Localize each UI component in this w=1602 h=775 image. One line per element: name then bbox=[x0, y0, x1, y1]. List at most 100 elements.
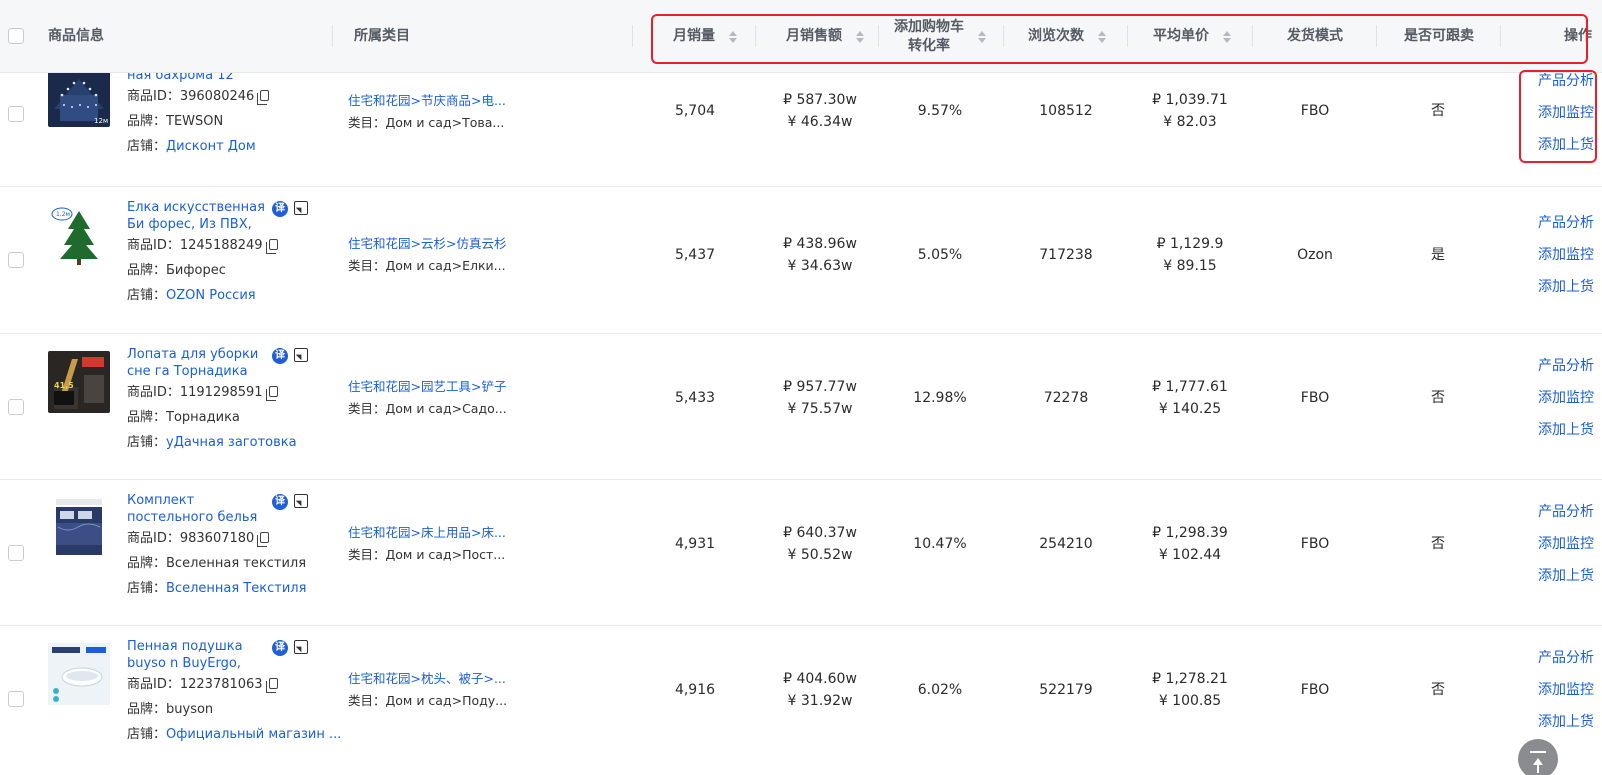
brand-line: 品牌：TEWSON bbox=[127, 109, 327, 134]
category-sub-line: 类目：Дом и сад>Пост... bbox=[348, 544, 618, 566]
select-all-checkbox[interactable] bbox=[8, 28, 24, 44]
add-listing-link[interactable]: 添加上货 bbox=[1522, 271, 1594, 303]
product-analysis-link[interactable]: 产品分析 bbox=[1522, 642, 1594, 674]
cursor-select-icon[interactable] bbox=[294, 494, 308, 508]
add-monitor-link[interactable]: 添加监控 bbox=[1522, 528, 1594, 560]
revenue-cell: ₽ 438.96w ¥ 34.63w bbox=[765, 233, 875, 277]
product-id-label: 商品ID： bbox=[127, 677, 180, 692]
copy-icon[interactable] bbox=[265, 386, 278, 401]
sales-cell: 5,437 bbox=[674, 247, 716, 263]
brand-label: 品牌： bbox=[127, 556, 167, 571]
translate-badge[interactable]: 译 bbox=[272, 494, 288, 510]
row-checkbox[interactable] bbox=[8, 399, 24, 415]
category-prefix: 类目： bbox=[348, 115, 386, 130]
cursor-select-icon[interactable] bbox=[294, 201, 308, 215]
product-id-label: 商品ID： bbox=[127, 238, 180, 253]
product-thumbnail[interactable] bbox=[48, 497, 110, 559]
price-rub: ₽ 1,129.9 bbox=[1156, 236, 1224, 252]
price-rub: ₽ 1,039.71 bbox=[1152, 92, 1228, 108]
actions-highlight-box bbox=[1519, 70, 1597, 163]
price-cell: ₽ 1,039.71 ¥ 82.03 bbox=[1130, 89, 1250, 133]
cursor-select-icon[interactable] bbox=[294, 348, 308, 362]
revenue-rub: ₽ 587.30w bbox=[783, 92, 857, 108]
row-checkbox[interactable] bbox=[8, 545, 24, 561]
brand-label: 品牌： bbox=[127, 410, 167, 425]
price-cell: ₽ 1,278.21 ¥ 100.85 bbox=[1130, 668, 1250, 712]
store-line: 店铺：Дисконт Дом bbox=[127, 134, 327, 159]
follow-cell: 是 bbox=[1431, 247, 1445, 263]
product-thumbnail[interactable]: 41,5 bbox=[48, 351, 110, 413]
category-sub-line: 类目：Дом и сад>Елки... bbox=[348, 255, 618, 277]
store-link[interactable]: Дисконт Дом bbox=[166, 139, 256, 154]
follow-cell: 否 bbox=[1431, 536, 1445, 552]
add-monitor-link[interactable]: 添加监控 bbox=[1522, 382, 1594, 414]
brand-label: 品牌： bbox=[127, 114, 167, 129]
store-link[interactable]: Официальный магазин ... bbox=[166, 727, 341, 742]
brand-value: Вселенная текстиля bbox=[166, 556, 307, 571]
product-id-line: 商品ID：983607180 bbox=[127, 526, 327, 551]
add-listing-link[interactable]: 添加上货 bbox=[1522, 706, 1594, 738]
product-title[interactable]: Елка искусственная Би форес, Из ПВХ, 120… bbox=[127, 199, 267, 233]
store-label: 店铺： bbox=[127, 288, 167, 303]
copy-icon[interactable] bbox=[265, 678, 278, 693]
store-label: 店铺： bbox=[127, 435, 167, 450]
category-path-link[interactable]: 住宅和花园>枕头、被子>... bbox=[348, 668, 618, 690]
follow-cell: 否 bbox=[1431, 390, 1445, 406]
column-divider[interactable] bbox=[632, 25, 633, 47]
copy-icon[interactable] bbox=[265, 239, 278, 254]
translate-badge[interactable]: 译 bbox=[272, 348, 288, 364]
product-id-label: 商品ID： bbox=[127, 531, 180, 546]
category-cell: 住宅和花园>床上用品>床... 类目：Дом и сад>Пост... bbox=[348, 522, 618, 566]
follow-cell: 否 bbox=[1431, 103, 1445, 119]
product-id-line: 商品ID：1223781063 bbox=[127, 672, 327, 697]
add-listing-link[interactable]: 添加上货 bbox=[1522, 560, 1594, 592]
product-thumbnail[interactable]: 12м bbox=[48, 65, 110, 127]
shipping-cell: FBO bbox=[1300, 390, 1330, 406]
views-cell: 717238 bbox=[1039, 247, 1093, 263]
category-path-link[interactable]: 住宅和花园>节庆商品>电... bbox=[348, 90, 618, 112]
product-info: ная бахрома 12 метр... 商品ID：396080246 品牌… bbox=[127, 67, 327, 159]
add-monitor-link[interactable]: 添加监控 bbox=[1522, 239, 1594, 271]
product-analysis-link[interactable]: 产品分析 bbox=[1522, 207, 1594, 239]
product-info: Лопата для уборки сне га Торнадика (ковш… bbox=[127, 346, 327, 455]
store-line: 店铺：уДачная заготовка bbox=[127, 430, 327, 455]
row-checkbox[interactable] bbox=[8, 252, 24, 268]
product-analysis-link[interactable]: 产品分析 bbox=[1522, 496, 1594, 528]
product-title[interactable]: Комплект постельного белья Вселенная тек… bbox=[127, 492, 267, 526]
shipping-cell: FBO bbox=[1300, 103, 1330, 119]
product-thumbnail[interactable]: 1,2м bbox=[48, 205, 110, 267]
store-link[interactable]: уДачная заготовка bbox=[166, 435, 297, 450]
store-link[interactable]: Вселенная Текстиля bbox=[166, 581, 306, 596]
views-cell: 72278 bbox=[1043, 390, 1089, 406]
product-title[interactable]: Пенная подушка buyso n BuyErgo, 40x60 см… bbox=[127, 638, 267, 672]
copy-icon[interactable] bbox=[257, 532, 270, 547]
product-analysis-link[interactable]: 产品分析 bbox=[1522, 350, 1594, 382]
row-checkbox[interactable] bbox=[8, 691, 24, 707]
product-thumbnail[interactable] bbox=[48, 643, 110, 705]
brand-line: 品牌：buyson bbox=[127, 697, 327, 722]
cart-rate-cell: 9.57% bbox=[917, 103, 963, 119]
copy-icon[interactable] bbox=[257, 90, 270, 105]
category-path-link[interactable]: 住宅和花园>床上用品>床... bbox=[348, 522, 618, 544]
translate-badge[interactable]: 译 bbox=[272, 640, 288, 656]
revenue-cell: ₽ 404.60w ¥ 31.92w bbox=[765, 668, 875, 712]
revenue-cny: ¥ 75.57w bbox=[787, 401, 853, 417]
add-listing-link[interactable]: 添加上货 bbox=[1522, 414, 1594, 446]
row-checkbox[interactable] bbox=[8, 106, 24, 122]
category-path-link[interactable]: 住宅和花园>云杉>仿真云杉 bbox=[348, 233, 618, 255]
category-cell: 住宅和花园>园艺工具>铲子 类目：Дом и сад>Садо... bbox=[348, 376, 618, 420]
store-link[interactable]: OZON Россия bbox=[166, 288, 256, 303]
cursor-select-icon[interactable] bbox=[294, 640, 308, 654]
col-product-info-label: 商品信息 bbox=[48, 28, 104, 44]
back-to-top-button[interactable] bbox=[1518, 739, 1558, 775]
product-title[interactable]: Лопата для уборки сне га Торнадика (ковш… bbox=[127, 346, 267, 380]
category-cell: 住宅和花园>枕头、被子>... 类目：Дом и сад>Поду... bbox=[348, 668, 618, 712]
category-path-link[interactable]: 住宅和花园>园艺工具>铲子 bbox=[348, 376, 618, 398]
add-monitor-link[interactable]: 添加监控 bbox=[1522, 674, 1594, 706]
sales-cell: 4,916 bbox=[674, 682, 716, 698]
actions-cell: 产品分析 添加监控 添加上货 bbox=[1522, 642, 1594, 738]
price-cny: ¥ 82.03 bbox=[1163, 114, 1217, 130]
translate-badge[interactable]: 译 bbox=[272, 201, 288, 217]
column-divider[interactable] bbox=[332, 25, 333, 47]
col-category: 所属类目 bbox=[354, 0, 614, 73]
